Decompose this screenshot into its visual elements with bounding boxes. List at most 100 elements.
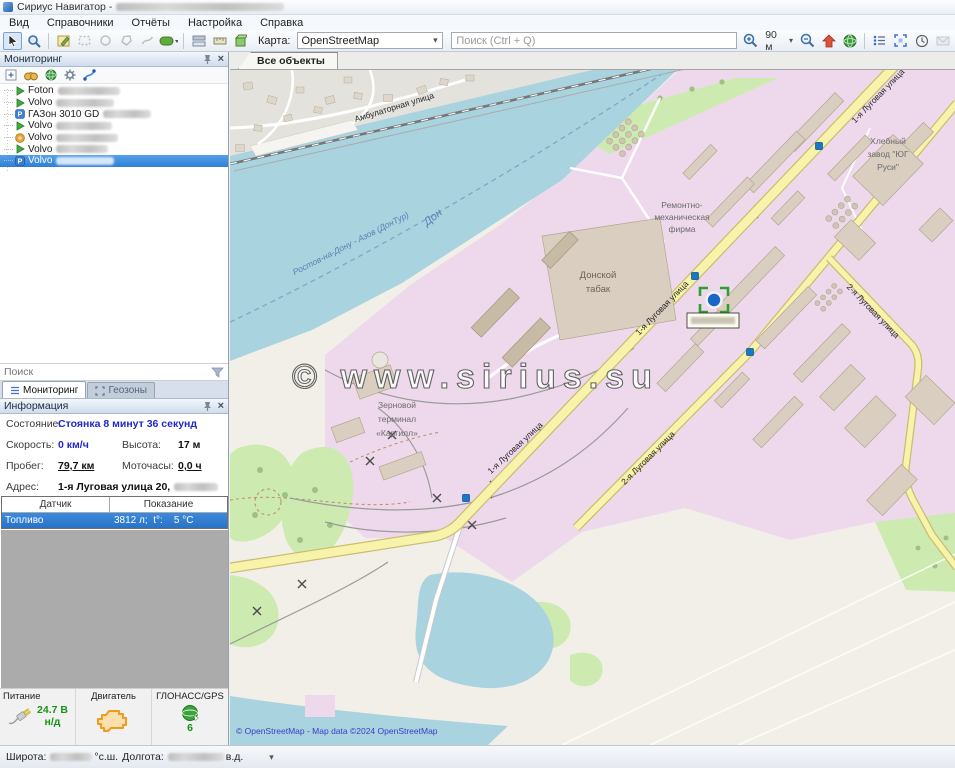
tree-item-volvo-2[interactable]: Volvo <box>0 120 228 132</box>
sensor-row-fuel[interactable]: Топливо 3812 л; t°: 5 °C <box>2 513 227 528</box>
moving-status-icon <box>15 144 25 154</box>
engine-hours-value[interactable]: 0,0 ч <box>178 460 202 472</box>
close-icon[interactable]: × <box>218 400 224 412</box>
pin-icon[interactable] <box>203 401 212 411</box>
engine-label: Двигатель <box>91 691 136 702</box>
route-icon[interactable] <box>83 69 96 81</box>
zoom-tool-button[interactable] <box>24 32 43 50</box>
small-industrial-lot <box>305 695 335 717</box>
engine-hours-label: Моточасы: <box>122 460 174 472</box>
objects-3d-button[interactable] <box>231 32 250 50</box>
zoom-out-button[interactable] <box>798 32 817 50</box>
menu-spravochniki[interactable]: Справочники <box>38 17 123 29</box>
expand-all-icon[interactable] <box>5 69 17 81</box>
tab-geozones[interactable]: Геозоны <box>87 382 155 398</box>
close-icon[interactable]: × <box>218 53 224 65</box>
global-search-input[interactable] <box>451 32 737 49</box>
title-bar: Сириус Навигатор - <box>0 0 955 15</box>
info-panel-header: Информация × <box>0 399 228 414</box>
main-toolbar: Карта: OpenStreetMap ▾ 90 м ▾ <box>0 30 955 52</box>
binoculars-icon[interactable] <box>24 70 38 81</box>
sensor-name: Топливо <box>2 515 110 526</box>
gps-value: 6 <box>187 722 193 734</box>
tree-item-volvo-3[interactable]: Volvo <box>0 132 228 144</box>
sensor-value: 3812 л; t°: 5 °C <box>110 515 193 526</box>
latitude-redacted <box>50 753 92 761</box>
tree-item-volvo-selected[interactable]: P Volvo <box>0 155 228 167</box>
speed-label: Скорость: <box>6 439 54 451</box>
map-provider-select[interactable]: OpenStreetMap ▾ <box>297 32 444 49</box>
tab-monitoring[interactable]: Мониторинг <box>2 381 86 398</box>
svg-text:P: P <box>18 159 23 166</box>
map-attribution: © OpenStreetMap - Map data ©2024 OpenStr… <box>236 726 438 736</box>
svg-text:P: P <box>18 112 23 119</box>
sensor-table: Датчик Показание Топливо 3812 л; t°: 5 °… <box>1 496 228 529</box>
tree-item-volvo-4[interactable]: Volvo <box>0 143 228 155</box>
menu-spravka[interactable]: Справка <box>251 17 312 29</box>
menu-otchety[interactable]: Отчёты <box>123 17 179 29</box>
home-view-button[interactable] <box>819 32 838 50</box>
map-canvas[interactable]: Амбулаторная улица Дон Ростов-на-Дону - … <box>230 70 955 745</box>
moving-status-icon <box>15 98 25 108</box>
tree-connector <box>4 114 13 115</box>
time-button[interactable] <box>912 32 931 50</box>
menu-nastroyka[interactable]: Настройка <box>179 17 251 29</box>
sensor-col-name[interactable]: Датчик <box>2 497 110 512</box>
tree-item-foton[interactable]: Foton <box>0 85 228 97</box>
mileage-label: Пробег: <box>6 460 44 472</box>
power-value: 24.7 В <box>37 704 68 716</box>
sensor-col-value[interactable]: Показание <box>110 497 227 512</box>
gps-label: ГЛОНАСС/GPS <box>156 691 224 702</box>
list-icon <box>10 386 20 395</box>
frame-icon <box>95 386 105 396</box>
info-panel-title: Информация <box>4 400 68 412</box>
tab-monitoring-label: Мониторинг <box>23 385 78 396</box>
gps-globe-icon <box>181 704 199 722</box>
map-label-tobacco: Донской <box>580 270 617 281</box>
moving-status-icon <box>15 121 25 131</box>
altitude-label: Высота: <box>122 439 161 451</box>
zoom-in-button[interactable] <box>741 32 760 50</box>
map-provider-value: OpenStreetMap <box>302 35 380 47</box>
tree-connector <box>4 149 13 150</box>
map-tab-all-objects[interactable]: Все объекты <box>238 52 338 69</box>
map-label-grain-terminal: терминал <box>378 414 416 424</box>
tree-search-row <box>0 363 228 381</box>
mileage-value[interactable]: 79,7 км <box>58 460 94 472</box>
fit-objects-button[interactable] <box>891 32 910 50</box>
pin-icon[interactable] <box>203 54 212 64</box>
message-button <box>933 32 952 50</box>
map-scale-select[interactable]: 90 м ▾ <box>762 32 796 49</box>
tree-item-volvo-1[interactable]: Volvo <box>0 97 228 109</box>
track-button[interactable] <box>159 32 178 50</box>
stopped-status-icon <box>15 133 25 143</box>
tree-search-input[interactable] <box>4 366 211 378</box>
monitoring-panel-header: Мониторинг × <box>0 52 228 67</box>
tree-connector <box>4 90 13 91</box>
map-label-grain-terminal: Зерновой <box>378 400 416 410</box>
menu-vid[interactable]: Вид <box>0 17 38 29</box>
redacted-text <box>56 99 114 107</box>
sensor-table-header: Датчик Показание <box>2 497 227 513</box>
tree-connector <box>4 102 13 103</box>
map-label-tobacco: табак <box>586 284 611 295</box>
info-panel-body: Состояние: Стоянка 8 минут 36 секунд Ско… <box>0 414 228 496</box>
globe-icon[interactable] <box>45 69 57 81</box>
filter-icon[interactable] <box>211 367 224 378</box>
ruler-button[interactable] <box>210 32 229 50</box>
tree-item-gazon[interactable]: P ГАЗон 3010 GD <box>0 108 228 120</box>
pointer-tool-button[interactable] <box>3 32 22 50</box>
globe-button[interactable] <box>840 32 859 50</box>
edit-map-button[interactable] <box>54 32 73 50</box>
reports-grid-button[interactable] <box>189 32 208 50</box>
latitude-units: °с.ш. <box>94 751 118 763</box>
gear-icon[interactable] <box>64 69 76 81</box>
map-area: Все объекты <box>230 52 955 745</box>
engine-icon <box>97 705 131 733</box>
panel-tabs: Мониторинг Геозоны <box>0 381 228 399</box>
redacted-text <box>58 87 120 95</box>
object-list-button[interactable] <box>870 32 889 50</box>
tree-connector <box>4 137 13 138</box>
empty-area <box>1 530 228 688</box>
chevron-down-icon[interactable]: ▾ <box>269 752 274 763</box>
